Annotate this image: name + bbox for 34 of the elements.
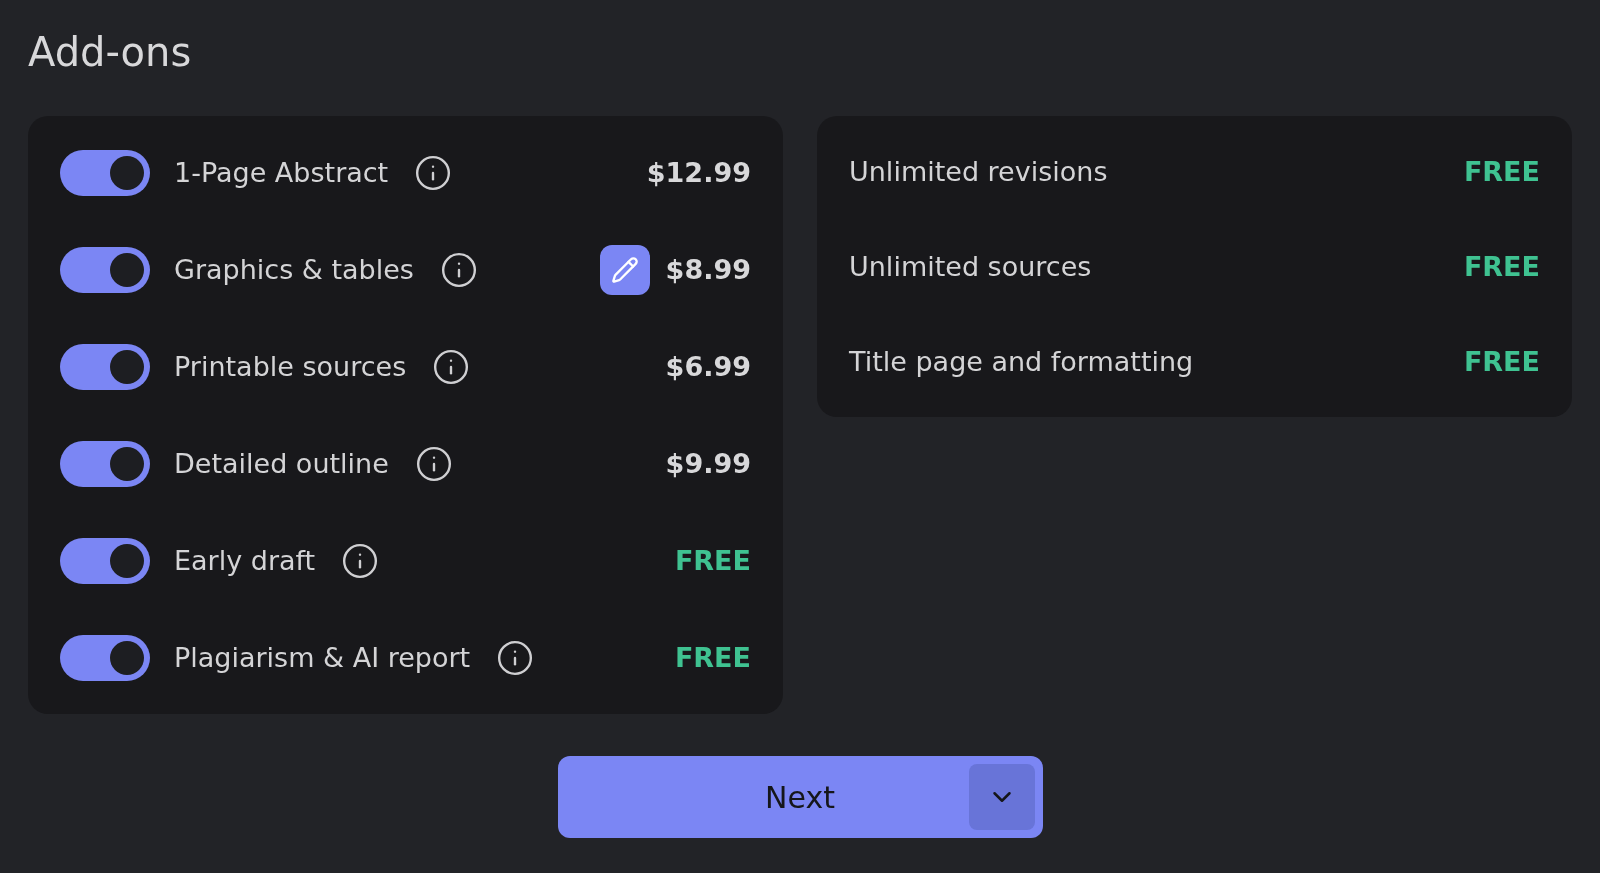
toggle-switch[interactable] [60,149,150,196]
page-title: Add-ons [28,28,193,77]
next-button[interactable]: Next [557,756,1043,838]
toggle-switch[interactable] [60,634,150,681]
addon-label: Printable sources [174,351,407,382]
price: FREE [674,642,751,673]
feature-label: Unlimited revisions [849,156,1108,187]
price: FREE [1463,156,1540,187]
toggle-switch[interactable] [60,537,150,584]
toggle-switch[interactable] [60,440,150,487]
feature-label: Title page and formatting [849,346,1194,377]
price: $9.99 [665,448,751,479]
price: FREE [674,545,751,576]
addon-label: Plagiarism & AI report [174,642,471,673]
toggle-switch[interactable] [60,246,150,293]
pencil-icon [610,255,639,284]
info-icon[interactable] [432,347,471,386]
price: FREE [1463,346,1540,377]
addon-label: 1-Page Abstract [174,157,389,188]
price: $6.99 [665,351,751,382]
info-icon[interactable] [414,153,453,192]
info-icon[interactable] [439,250,478,289]
price: $12.99 [646,157,751,188]
edit-button[interactable] [599,244,650,295]
addon-label: Graphics & tables [174,254,414,285]
addon-label: Detailed outline [174,448,389,479]
info-icon[interactable] [496,638,535,677]
feature-label: Unlimited sources [849,251,1092,282]
toggle-switch[interactable] [60,343,150,390]
price: FREE [1463,251,1540,282]
price: $8.99 [665,254,751,285]
info-icon[interactable] [341,541,380,580]
addon-label: Early draft [174,545,316,576]
info-icon[interactable] [414,444,453,483]
